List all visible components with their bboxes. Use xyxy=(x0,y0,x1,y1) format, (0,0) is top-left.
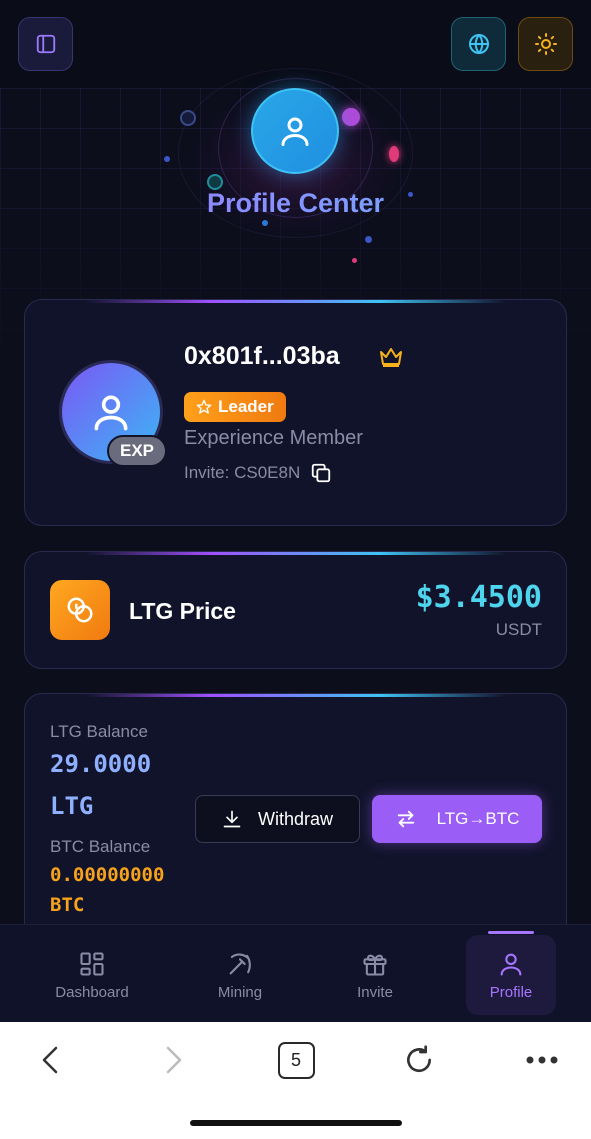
invite-code-row: Invite: CS0E8N xyxy=(184,462,332,484)
price-unit: USDT xyxy=(495,620,542,639)
nav-mining-label: Mining xyxy=(217,983,263,1001)
nav-profile[interactable]: Profile xyxy=(466,931,556,1015)
price-label: LTG Price xyxy=(129,598,236,624)
browser-back-button[interactable] xyxy=(36,1040,64,1080)
language-button[interactable] xyxy=(451,17,506,71)
withdraw-label: Withdraw xyxy=(257,808,333,829)
app-screen: Profile Center EXP 0x801f...03ba Leader … xyxy=(0,0,591,1022)
swap-label: LTG→BTC xyxy=(436,809,520,828)
btc-balance-label: BTC Balance xyxy=(50,837,151,856)
leader-badge-label: Leader xyxy=(218,397,274,416)
profile-card: EXP 0x801f...03ba Leader Experience Memb… xyxy=(24,299,567,526)
browser-tabs-button[interactable]: 5 xyxy=(276,1040,316,1080)
sun-icon xyxy=(534,33,557,55)
user-icon xyxy=(281,117,309,146)
withdraw-button[interactable]: Withdraw xyxy=(195,795,360,843)
browser-reload-button[interactable] xyxy=(401,1040,437,1080)
bottom-nav: Dashboard Mining Invite Profile xyxy=(0,924,591,1022)
nav-invite[interactable]: Invite xyxy=(330,935,420,1015)
tab-count: 5 xyxy=(277,1041,315,1079)
nav-mining[interactable]: Mining xyxy=(195,935,285,1015)
wallet-address: 0x801f...03ba xyxy=(184,342,340,370)
download-icon xyxy=(223,810,241,828)
exp-badge: EXP xyxy=(107,435,167,467)
nav-dashboard[interactable]: Dashboard xyxy=(47,935,137,1015)
hero-avatar xyxy=(251,88,339,174)
home-indicator xyxy=(190,1120,402,1126)
user-icon xyxy=(94,395,128,431)
decor-dot xyxy=(352,258,357,263)
nav-invite-label: Invite xyxy=(357,983,393,1001)
leader-badge: Leader xyxy=(184,392,286,422)
btc-balance-value: 0.00000000 xyxy=(50,864,165,886)
swap-arrows-icon xyxy=(397,810,414,828)
chevron-left-icon xyxy=(42,1046,58,1074)
ltg-balance-unit: LTG xyxy=(50,792,94,820)
browser-more-button[interactable] xyxy=(522,1040,562,1080)
reload-icon xyxy=(407,1045,432,1073)
decor-dot xyxy=(180,110,196,126)
decor-dot xyxy=(365,236,372,243)
star-icon xyxy=(196,399,212,414)
decor-dot xyxy=(164,156,170,162)
decor-dot xyxy=(262,220,268,226)
sidebar-toggle-button[interactable] xyxy=(18,17,73,71)
price-card: LTG Price $3.4500 USDT xyxy=(24,551,567,669)
profile-hero: Profile Center xyxy=(0,68,591,288)
coins-icon xyxy=(50,580,110,640)
nav-dashboard-label: Dashboard xyxy=(55,983,129,1001)
copy-icon[interactable] xyxy=(310,462,332,484)
chevron-right-icon xyxy=(166,1046,182,1074)
decor-dot xyxy=(389,146,399,162)
gift-icon xyxy=(363,954,387,976)
theme-toggle-button[interactable] xyxy=(518,17,573,71)
ltg-balance-value: 29.0000 xyxy=(50,750,152,778)
user-icon xyxy=(500,953,522,976)
pickaxe-icon xyxy=(229,952,251,974)
member-level: Experience Member xyxy=(184,427,363,449)
crown-icon xyxy=(380,348,402,367)
btc-balance-unit: BTC xyxy=(50,894,85,916)
dashboard-icon xyxy=(80,951,104,976)
more-icon xyxy=(526,1056,558,1064)
browser-forward-button[interactable] xyxy=(160,1040,188,1080)
sidebar-icon xyxy=(36,34,55,54)
globe-icon xyxy=(468,34,489,54)
page-title: Profile Center xyxy=(0,188,591,219)
decor-dot xyxy=(342,108,360,126)
invite-code: Invite: CS0E8N xyxy=(184,463,301,482)
balance-card: LTG Balance 29.0000 LTG BTC Balance 0.00… xyxy=(24,693,567,953)
nav-profile-label: Profile xyxy=(489,983,533,1001)
price-value: $3.4500 xyxy=(415,580,542,615)
swap-button[interactable]: LTG→BTC xyxy=(372,795,542,843)
ltg-balance-label: LTG Balance xyxy=(50,722,148,741)
